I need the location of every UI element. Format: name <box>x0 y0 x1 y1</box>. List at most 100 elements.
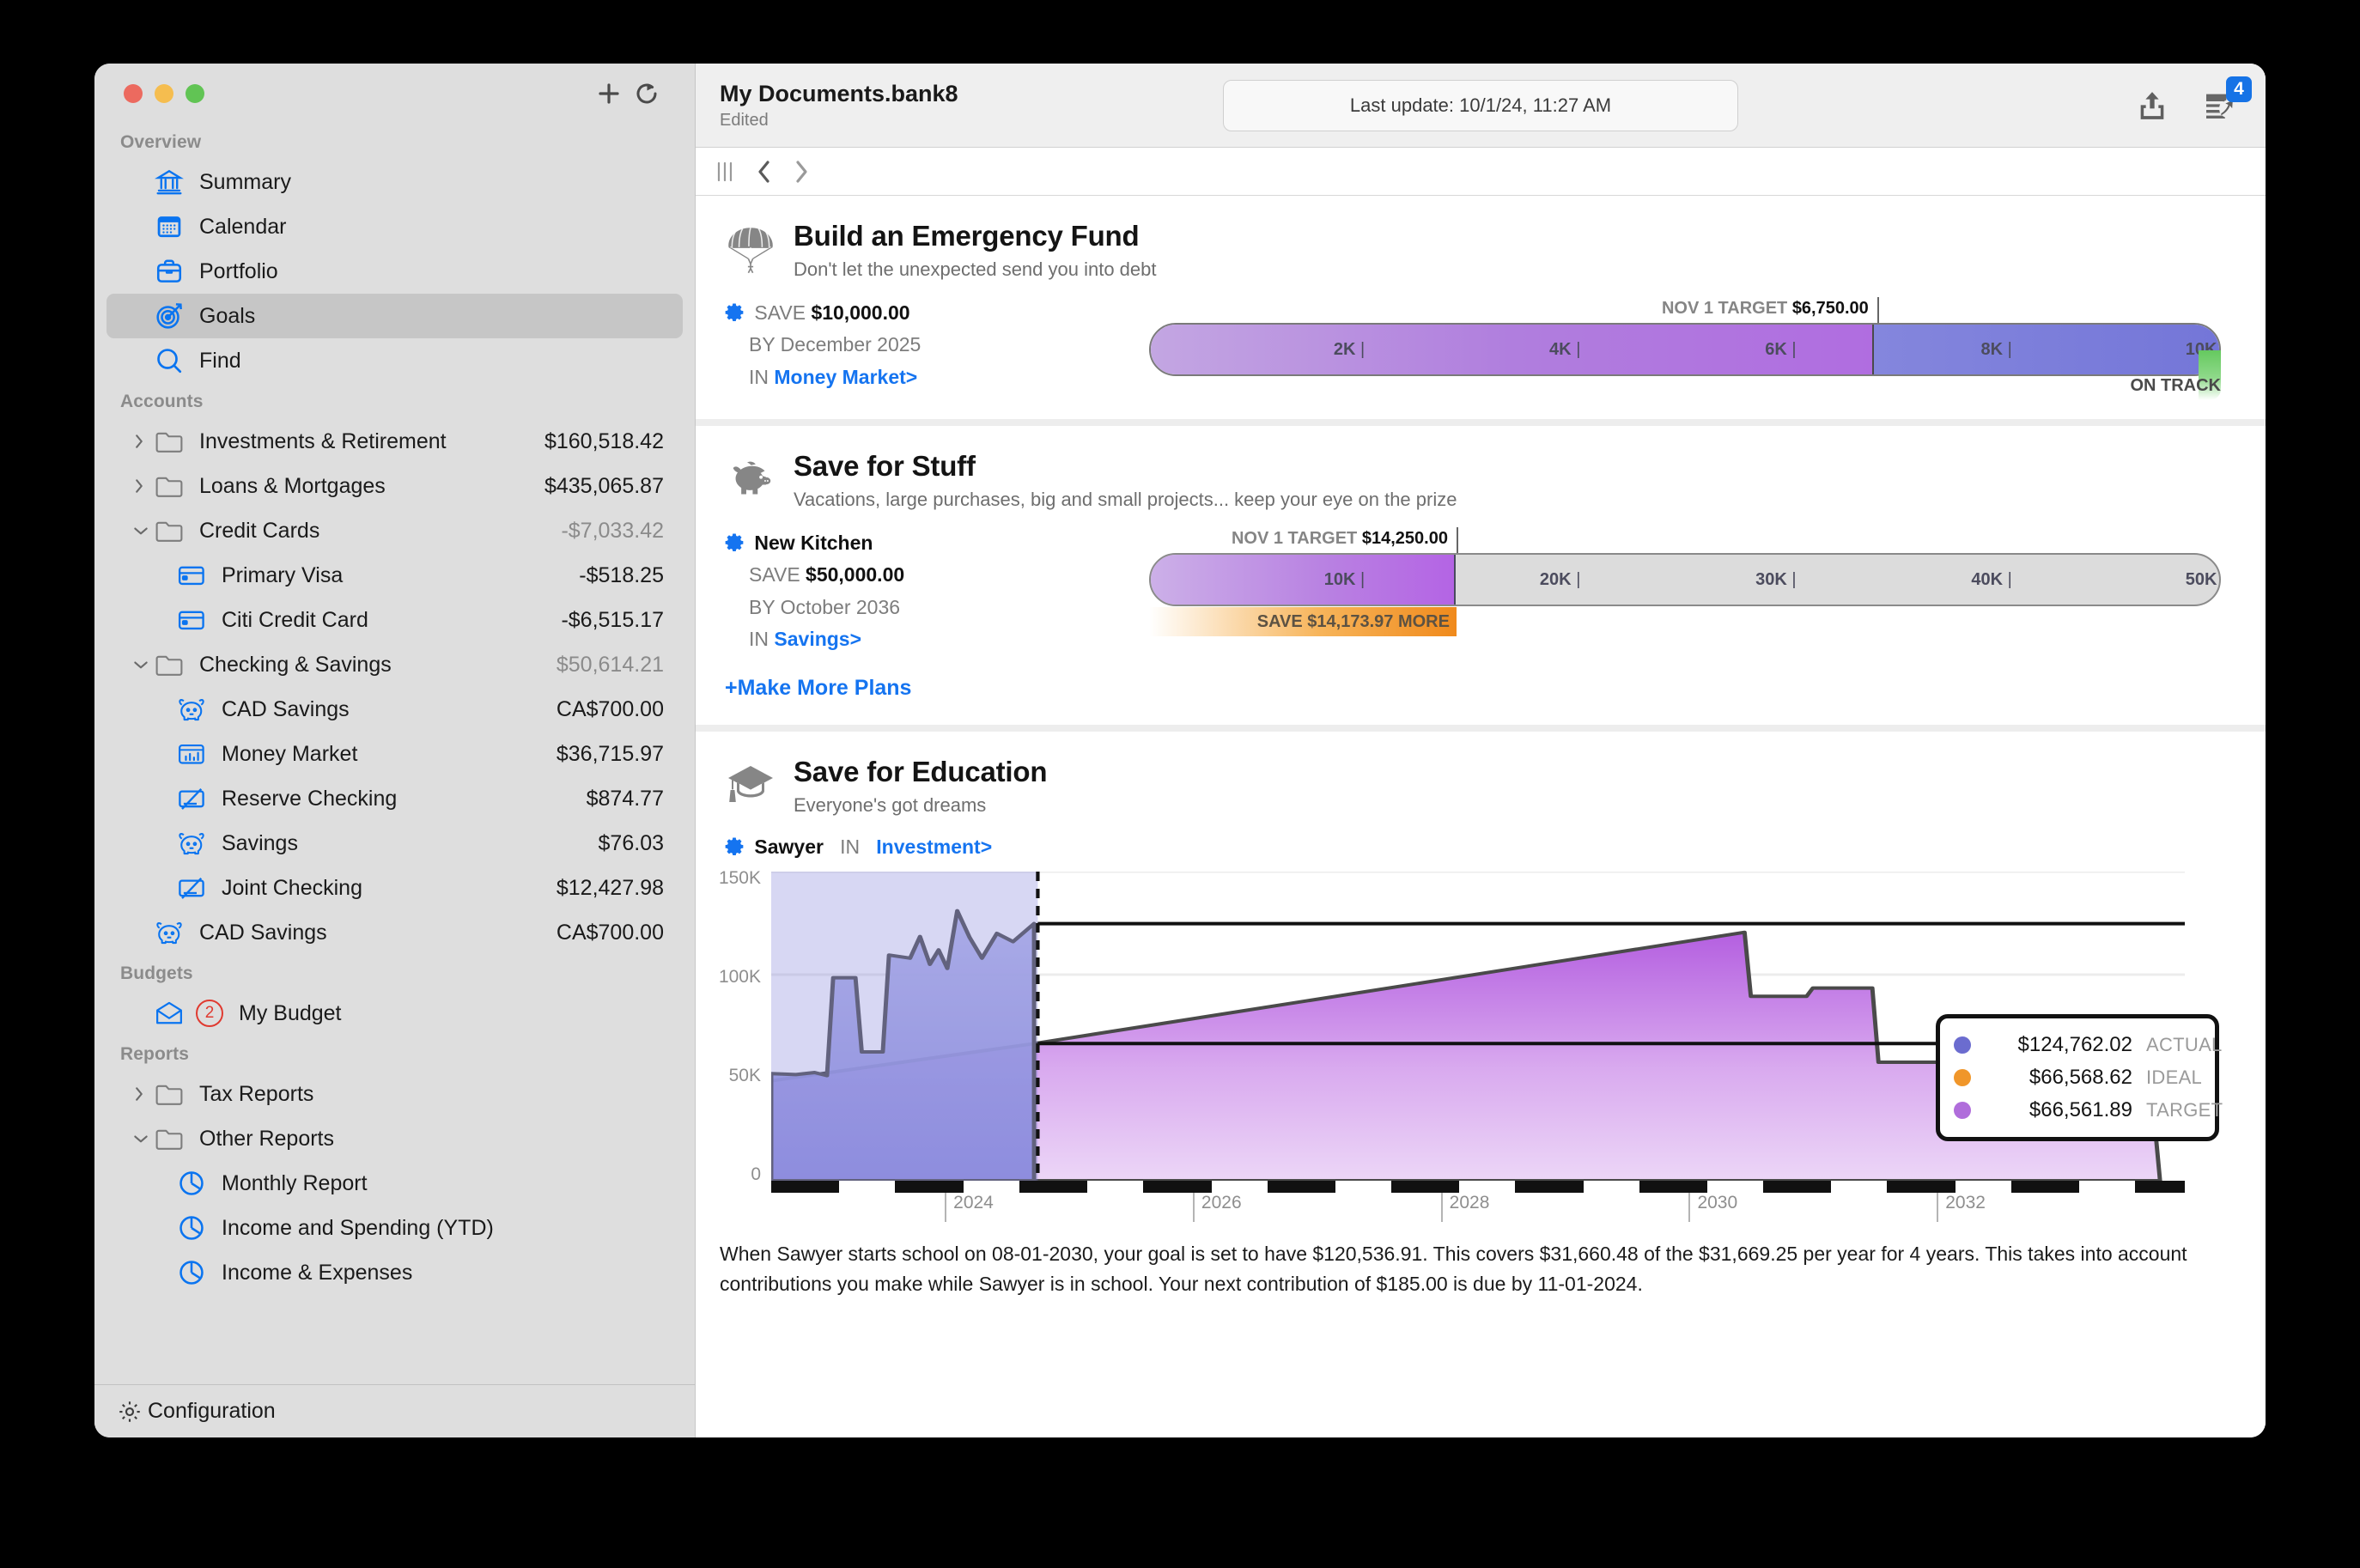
last-update-pill[interactable]: Last update: 10/1/24, 11:27 AM <box>1223 79 1738 131</box>
sidebar-item-label: Investments & Retirement <box>199 428 447 453</box>
sidebar-item-reserve-checking[interactable]: Reserve Checking $874.77 <box>106 776 683 821</box>
sidebar-item-label: Other Reports <box>199 1126 335 1151</box>
plan-account-link[interactable]: Money Market> <box>774 366 917 388</box>
reconcile-icon[interactable]: 4 <box>2202 76 2252 123</box>
disclosure-expanded-icon[interactable] <box>132 524 155 538</box>
sidebar-item-amount: $36,715.97 <box>556 741 664 766</box>
sidebar-item-loans-mortgages[interactable]: Loans & Mortgages $435,065.87 <box>106 464 683 508</box>
sidebar-item-tax-reports[interactable]: Tax Reports <box>106 1072 683 1116</box>
folder-icon <box>155 1079 191 1109</box>
sidebar-item-label: Joint Checking <box>222 875 362 900</box>
sidebar-item-money-market[interactable]: Money Market $36,715.97 <box>106 732 683 776</box>
sidebar-item-monthly-report[interactable]: Monthly Report <box>106 1161 683 1206</box>
sidebar-item-income-and-spending-ytd[interactable]: Income and Spending (YTD) <box>106 1206 683 1250</box>
make-more-plans-row[interactable]: +Make More Plans <box>725 671 1149 706</box>
sidebar-item-amount: $435,065.87 <box>544 473 664 498</box>
sidebar-item-primary-visa[interactable]: Primary Visa -$518.25 <box>106 553 683 598</box>
disclosure-collapsed-icon[interactable] <box>132 1085 155 1103</box>
sidebar-item-goals[interactable]: Goals <box>106 294 683 338</box>
configuration-button[interactable]: Configuration <box>94 1384 695 1437</box>
refresh-icon[interactable] <box>628 75 666 112</box>
education-goal-chart[interactable]: 150K 100K 50K 0 $124,762.02 ACTUAL $66,5… <box>719 868 2223 1222</box>
goal-title: Save for Education <box>794 755 1048 787</box>
disclosure-collapsed-icon[interactable] <box>132 433 155 450</box>
sidebar-item-citi-credit-card[interactable]: Citi Credit Card -$6,515.17 <box>106 598 683 642</box>
sidebar-item-cad-savings[interactable]: CAD Savings CA$700.00 <box>106 910 683 955</box>
sidebar: Overview Summary Calendar Portfolio Goals Fin… <box>94 64 696 1437</box>
goals-list: Build an Emergency Fund Don't let the un… <box>696 196 2266 1437</box>
sidebar-item-savings[interactable]: Savings $76.03 <box>106 821 683 866</box>
sidebar-item-summary[interactable]: Summary <box>106 160 683 204</box>
graduation-cap-icon <box>720 756 782 817</box>
goal-plan-row: New Kitchen SAVE $50,000.00 BY October 2… <box>720 527 2228 706</box>
plan-name: New Kitchen <box>754 532 873 554</box>
chevron-left-icon[interactable] <box>754 159 773 185</box>
legend-dot-target <box>1954 1101 1971 1119</box>
sidebar-item-portfolio[interactable]: Portfolio <box>106 249 683 294</box>
sidebar-item-find[interactable]: Find <box>106 338 683 383</box>
sidebar-scroll-area[interactable]: Overview Summary Calendar Portfolio Goals Fin… <box>94 124 695 1384</box>
disclosure-expanded-icon[interactable] <box>132 658 155 672</box>
make-more-plans-button[interactable]: +Make More Plans <box>725 676 911 700</box>
sidebar-item-label: Primary Visa <box>222 562 344 587</box>
sidebar-item-cad-savings[interactable]: CAD Savings CA$700.00 <box>106 687 683 732</box>
goal-card-save-for-education[interactable]: Save for Education Everyone's got dreams… <box>696 732 2266 1311</box>
progress-bar[interactable] <box>1149 323 2221 376</box>
sidebar-item-credit-cards[interactable]: Credit Cards -$7,033.42 <box>106 508 683 553</box>
sidebar-item-my-budget[interactable]: 2 My Budget <box>106 991 683 1036</box>
share-icon[interactable] <box>2135 88 2169 123</box>
legend-name-actual: ACTUAL <box>2146 1033 2223 1055</box>
x-axis-label-2032: 2032 <box>1937 1192 1986 1222</box>
goal-subtitle: Everyone's got dreams <box>794 793 987 816</box>
briefcase-icon <box>155 257 191 286</box>
sidebar-item-label: Find <box>199 348 241 373</box>
sidebar-item-income-expenses[interactable]: Income & Expenses <box>106 1250 683 1295</box>
columns-icon[interactable] <box>715 161 735 183</box>
plan-account-link[interactable]: Investment> <box>876 836 992 858</box>
shortfall-banner: SAVE $14,173.97 MORE <box>1149 607 1457 636</box>
sidebar-item-joint-checking[interactable]: Joint Checking $12,427.98 <box>106 866 683 910</box>
sidebar-item-amount: $160,518.42 <box>544 428 664 453</box>
disclosure-collapsed-icon[interactable] <box>132 477 155 495</box>
chart-legend: $124,762.02 ACTUAL $66,568.62 IDEAL $66,… <box>1936 1013 2223 1141</box>
sidebar-group-title-overview: Overview <box>120 132 202 152</box>
sidebar-item-label: Calendar <box>199 214 287 239</box>
x-axis-label-2024: 2024 <box>945 1192 994 1222</box>
document-title-block: My Documents.bank8 Edited <box>720 81 958 131</box>
legend-name-ideal: IDEAL <box>2146 1066 2203 1088</box>
plan-in-label: IN <box>749 627 769 650</box>
progress-fill-behind <box>1151 325 1872 374</box>
minimize-button[interactable] <box>155 84 173 103</box>
chevron-right-icon[interactable] <box>792 159 811 185</box>
piechart-icon <box>177 1169 213 1198</box>
check-icon <box>177 784 213 813</box>
bank-icon <box>155 167 191 197</box>
disclosure-expanded-icon[interactable] <box>132 1132 155 1146</box>
close-button[interactable] <box>124 84 143 103</box>
bar-tick-4: 50K <box>2185 570 2217 589</box>
sidebar-item-amount: -$7,033.42 <box>561 518 664 543</box>
sidebar-item-investments-retirement[interactable]: Investments & Retirement $160,518.42 <box>106 419 683 464</box>
plan-by-value: October 2036 <box>780 595 901 618</box>
configuration-label: Configuration <box>148 1399 276 1423</box>
sidebar-item-checking-savings[interactable]: Checking & Savings $50,614.21 <box>106 642 683 687</box>
piechart-icon <box>177 1258 213 1287</box>
add-button[interactable] <box>590 75 628 112</box>
target-tick <box>1456 527 1458 556</box>
budget-alert-badge: 2 <box>196 1000 223 1027</box>
sidebar-item-other-reports[interactable]: Other Reports <box>106 1116 683 1161</box>
plan-gear-icon[interactable] <box>725 532 744 551</box>
piggy-bank-icon <box>720 450 782 512</box>
piggy-icon <box>177 695 213 724</box>
plan-in-label: IN <box>749 365 769 388</box>
progress-bar[interactable] <box>1149 553 2221 606</box>
sidebar-item-calendar[interactable]: Calendar <box>106 204 683 249</box>
zoom-button[interactable] <box>186 84 204 103</box>
legend-dot-actual <box>1954 1036 1971 1054</box>
goal-card-emergency-fund[interactable]: Build an Emergency Fund Don't let the un… <box>696 196 2266 426</box>
plan-gear-icon[interactable] <box>725 302 744 321</box>
plan-save-amount: $50,000.00 <box>806 563 905 586</box>
goal-card-save-for-stuff[interactable]: Save for Stuff Vacations, large purchase… <box>696 426 2266 732</box>
plan-gear-icon[interactable] <box>725 836 744 855</box>
plan-account-link[interactable]: Savings> <box>774 628 861 650</box>
